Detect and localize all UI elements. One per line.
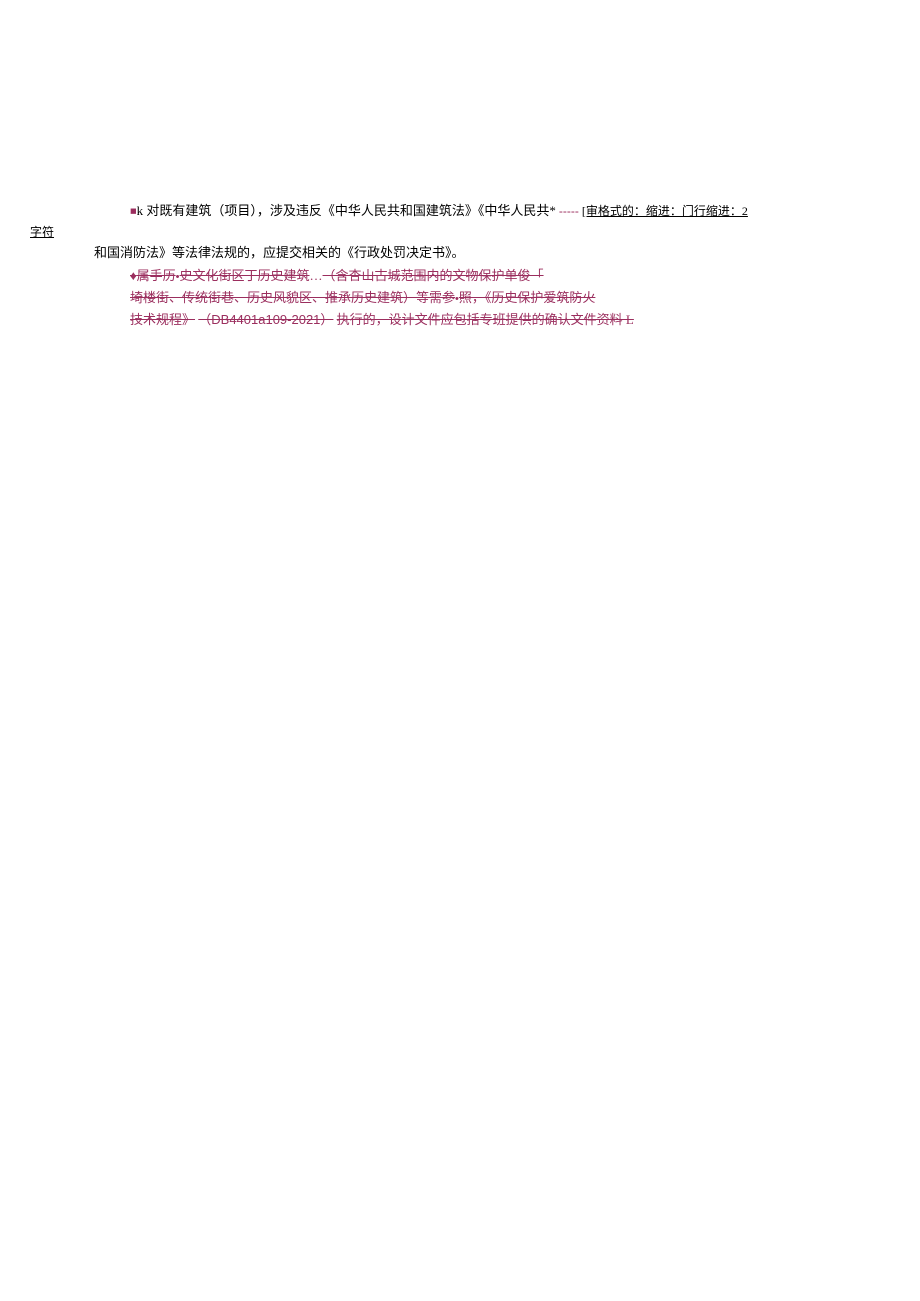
del-2a: 埼楼街、传统街巷、历史风貌区、推承历史建筑）等需参 bbox=[130, 290, 455, 305]
deleted-line-3: 技术规程》 （DB4401a109-2021） 执行的，设计文件应包括专班提供的… bbox=[130, 309, 908, 331]
comment-leader-icon: ----- bbox=[556, 204, 582, 218]
diamond-icon: ♦ bbox=[130, 268, 137, 283]
line-1-text: ■k 对既有建筑（项目），涉及违反《中华人民共和国建筑法》《中华人民共*----… bbox=[30, 200, 748, 222]
line-1-wrap: ■k 对既有建筑（项目），涉及违反《中华人民共和国建筑法》《中华人民共*----… bbox=[30, 200, 908, 222]
del-1b: 史文化街区丁历史建筑 bbox=[180, 268, 310, 283]
del-1c: （含杏山古城范围内的文物保护单俊「 bbox=[323, 268, 544, 283]
deleted-block: ♦属手历•史文化街区丁历史建筑…（含杏山古城范围内的文物保护单俊「 埼楼街、传统… bbox=[30, 265, 908, 331]
del-1a: 属手历 bbox=[137, 268, 176, 283]
ellipsis: … bbox=[310, 268, 323, 283]
del-3-std: （DB4401a109-2021） bbox=[198, 312, 333, 327]
del-3b: 执行的，设计文件应包括专班提供的确认文件资料 L bbox=[337, 312, 634, 327]
line-1-body: 对既有建筑（项目），涉及违反《中华人民共和国建筑法》《中华人民共 bbox=[146, 203, 549, 218]
comment-text: [审格式的：缩进：门行缩进：2 bbox=[582, 204, 748, 218]
del-2b: 照，《历史保护爱筑防火 bbox=[459, 290, 596, 305]
star-icon: * bbox=[549, 203, 556, 218]
document-page: ■k 对既有建筑（项目），涉及违反《中华人民共和国建筑法》《中华人民共*----… bbox=[0, 0, 920, 331]
zifu-line: 字符 bbox=[30, 222, 908, 242]
line-2: 和国消防法》等法律法规的，应提交相关的《行政处罚决定书》。 bbox=[30, 242, 908, 264]
deleted-line-2: 埼楼街、传统街巷、历史风貌区、推承历史建筑）等需参•照，《历史保护爱筑防火 bbox=[130, 287, 908, 309]
del-3a: 技术规程》 bbox=[130, 312, 195, 327]
insert-marker-icon: ■ bbox=[130, 206, 137, 218]
k-symbol: k bbox=[137, 203, 144, 218]
deleted-line-1: ♦属手历•史文化街区丁历史建筑…（含杏山古城范围内的文物保护单俊「 bbox=[130, 265, 908, 287]
